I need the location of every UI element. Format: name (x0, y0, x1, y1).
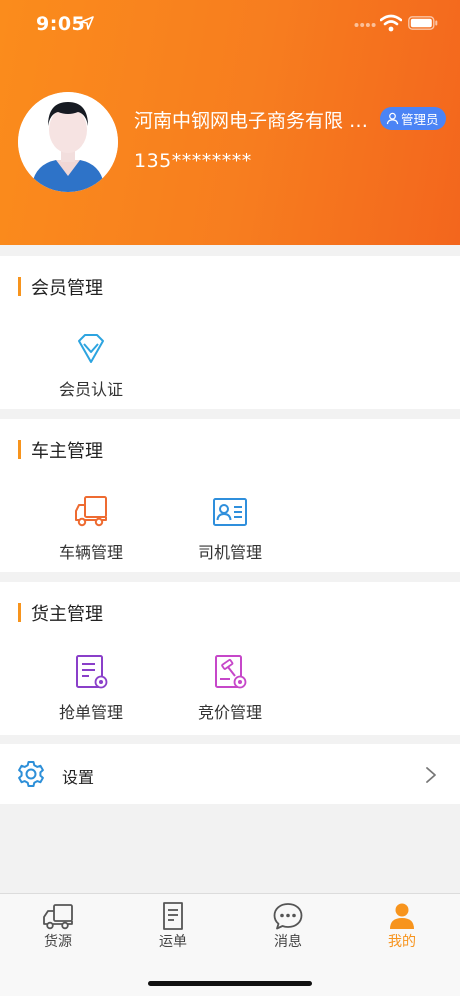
signal-dots-icon (354, 23, 376, 27)
shipper-management-section: 货主管理 抢单管理 竞价管理 (0, 582, 460, 735)
tab-cargo-source[interactable]: 货源 (18, 902, 98, 951)
bidding-management-button[interactable]: 竞价管理 (170, 654, 290, 723)
location-arrow-icon (80, 16, 94, 30)
chat-icon (273, 903, 303, 930)
document-icon (163, 902, 183, 930)
tab-mine[interactable]: 我的 (362, 902, 442, 951)
owner-management-section: 车主管理 车辆管理 司机管理 (0, 419, 460, 572)
status-bar: 9:05 (0, 0, 460, 48)
settings-row[interactable]: 设置 (0, 744, 460, 804)
wifi-icon (380, 14, 402, 32)
company-name: 河南中钢网电子商务有限 … (134, 110, 369, 132)
grab-order-icon (76, 655, 108, 689)
section-title: 货主管理 (18, 602, 103, 625)
gear-icon (18, 761, 44, 787)
vehicle-management-button[interactable]: 车辆管理 (31, 494, 151, 563)
tab-messages[interactable]: 消息 (248, 902, 328, 951)
role-label: 管理员 (401, 112, 439, 127)
section-accent-bar (18, 440, 21, 459)
id-card-icon (213, 498, 247, 526)
tab-waybill[interactable]: 运单 (133, 902, 213, 951)
role-badge: 管理员 (380, 107, 446, 130)
member-management-section: 会员管理 会员认证 (0, 256, 460, 409)
avatar[interactable] (18, 92, 118, 192)
driver-management-button[interactable]: 司机管理 (170, 494, 290, 563)
user-outline-icon (386, 112, 399, 125)
grab-order-management-button[interactable]: 抢单管理 (31, 654, 151, 723)
battery-icon (408, 16, 438, 30)
section-accent-bar (18, 603, 21, 622)
section-title: 会员管理 (18, 276, 103, 299)
section-accent-bar (18, 277, 21, 296)
profile-header: 9:05 河南中钢网电子商务有限 … 管理员 135******** (0, 0, 460, 245)
diamond-icon (78, 334, 104, 363)
settings-label: 设置 (62, 768, 95, 787)
home-indicator (148, 981, 312, 986)
chevron-right-icon (426, 767, 436, 783)
person-icon (390, 903, 414, 929)
phone-number: 135******** (134, 150, 252, 172)
section-title: 车主管理 (18, 439, 103, 462)
auction-icon (215, 655, 247, 689)
member-verification-button[interactable]: 会员认证 (31, 331, 151, 400)
user-avatar-icon (18, 92, 118, 192)
truck-icon (43, 904, 73, 930)
truck-icon (75, 496, 107, 527)
status-time: 9:05 (36, 13, 86, 35)
